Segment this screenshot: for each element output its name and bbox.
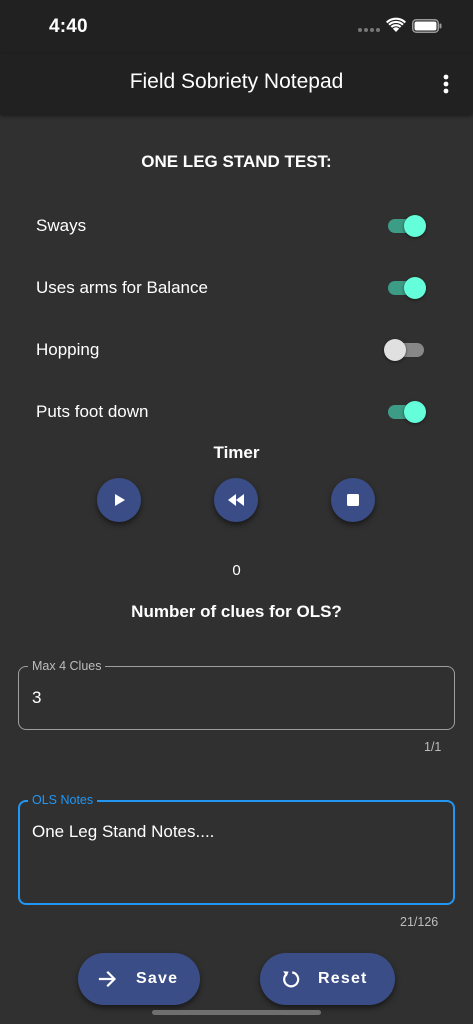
arrow-forward-icon	[98, 970, 117, 988]
clues-counter: 1/1	[424, 740, 442, 754]
hopping-switch[interactable]	[384, 338, 428, 362]
ols-notes-field[interactable]: OLS Notes One Leg Stand Notes....	[18, 793, 455, 905]
home-indicator	[152, 1010, 321, 1015]
puts-foot-down-switch[interactable]	[386, 400, 428, 424]
sways-switch[interactable]	[386, 214, 428, 238]
toggle-row-sways: Sways	[0, 206, 473, 246]
toggle-label: Hopping	[36, 340, 100, 359]
notes-counter: 21/126	[400, 915, 439, 929]
play-button[interactable]	[97, 478, 141, 522]
uses-arms-switch[interactable]	[386, 276, 428, 300]
max-clues-value: 3	[32, 688, 42, 707]
clues-question: Number of clues for OLS?	[131, 602, 342, 621]
app-title: Field Sobriety Notepad	[129, 70, 344, 93]
timer-value: 0	[232, 562, 241, 579]
app-bar: Field Sobriety Notepad	[0, 54, 473, 114]
rewind-icon	[228, 494, 244, 506]
ols-notes-label: OLS Notes	[28, 793, 98, 807]
toggle-row-hopping: Hopping	[0, 330, 473, 370]
rewind-button[interactable]	[214, 478, 258, 522]
status-bar: 4:40	[0, 0, 473, 54]
toggle-row-puts-foot-down: Puts foot down	[0, 392, 473, 432]
stop-icon	[347, 494, 359, 506]
ols-notes-value: One Leg Stand Notes....	[32, 822, 215, 841]
save-button[interactable]: Save	[78, 953, 200, 1005]
stop-button[interactable]	[331, 478, 375, 522]
timer-title: Timer	[213, 443, 260, 462]
status-time: 4:40	[49, 16, 88, 37]
test-title: ONE LEG STAND TEST:	[141, 152, 332, 171]
more-vert-icon[interactable]	[437, 72, 455, 96]
wifi-icon	[386, 17, 406, 32]
reset-label: Reset	[318, 970, 368, 987]
toggle-label: Sways	[36, 216, 87, 235]
toggle-row-uses-arms: Uses arms for Balance	[0, 268, 473, 308]
refresh-icon	[283, 971, 300, 988]
save-label: Save	[136, 970, 179, 987]
max-clues-label: Max 4 Clues	[28, 659, 106, 673]
toggle-label: Uses arms for Balance	[36, 278, 208, 297]
toggle-label: Puts foot down	[36, 402, 149, 421]
max-clues-field[interactable]: Max 4 Clues 3	[18, 659, 455, 730]
reset-button[interactable]: Reset	[260, 953, 395, 1005]
battery-icon	[412, 19, 442, 33]
play-icon	[115, 494, 125, 506]
cellular-signal-icon	[358, 28, 380, 32]
